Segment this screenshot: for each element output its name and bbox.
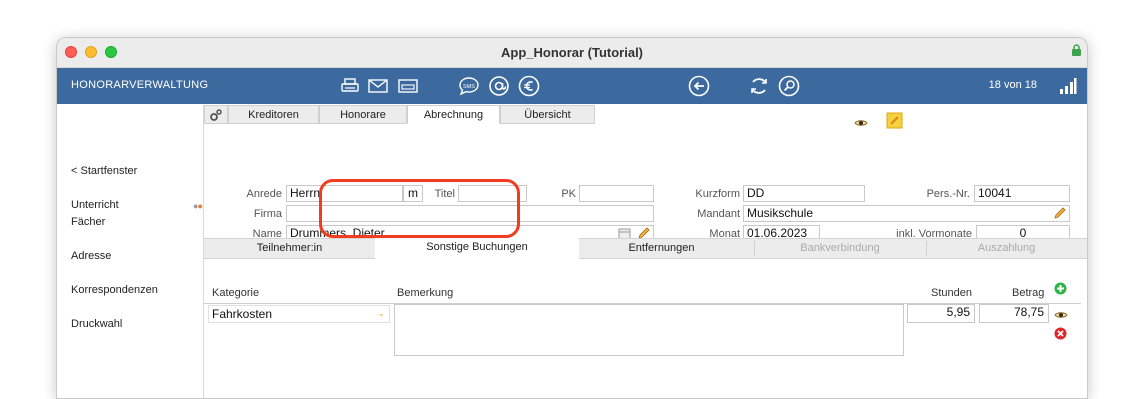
subtab-sonstige-label: Sonstige Buchungen <box>426 241 528 253</box>
firma-label: Firma <box>253 208 282 220</box>
main-toolbar: HONORARVERWALTUNG SMS 18 von 18 <box>57 68 1087 104</box>
refresh-icon[interactable] <box>747 73 771 99</box>
chevron-down-icon: ⌄ <box>377 308 385 318</box>
title-bar: App_Honorar (Tutorial) <box>57 38 1087 68</box>
record-counter: 18 von 18 <box>988 79 1037 91</box>
mandant-label: Mandant <box>697 208 740 220</box>
sidebar-item-startfenster[interactable]: < Startfenster <box>71 163 137 180</box>
anrede-label: Anrede <box>246 188 282 200</box>
highlight-annotation <box>319 179 520 238</box>
stunden-field[interactable]: 5,95 <box>907 304 975 323</box>
mandant-field[interactable]: Musikschule <box>743 205 1070 222</box>
kurzform-label: Kurzform <box>695 188 740 200</box>
row-eye-icon[interactable] <box>1054 310 1068 320</box>
subtab-auszahlung[interactable]: Auszahlung <box>926 239 1087 258</box>
tab-settings[interactable] <box>204 105 228 124</box>
sms-icon-label: SMS <box>463 84 475 90</box>
col-kategorie: Kategorie <box>212 287 260 299</box>
persnr-field[interactable]: 10041 <box>974 185 1070 202</box>
subtab-entfernungen[interactable]: Entfernungen <box>579 239 744 258</box>
tab-honorare[interactable]: Honorare <box>319 105 407 124</box>
sms-icon[interactable]: SMS <box>457 73 481 99</box>
sidebar-item-unterricht[interactable]: Unterricht <box>71 197 119 214</box>
back-arrow-icon[interactable] <box>687 73 711 99</box>
bemerkung-field[interactable] <box>394 304 904 356</box>
note-icon[interactable] <box>886 112 903 134</box>
sidebar-item-faecher[interactable]: Fächer <box>71 214 105 231</box>
app-window: App_Honorar (Tutorial) HONORARVERWALTUNG… <box>56 37 1088 399</box>
sidebar: < Startfenster Unterricht Fächer ●● Adre… <box>57 105 204 398</box>
signal-bars-icon[interactable] <box>1057 73 1079 99</box>
status-dots-icon: ●● <box>193 201 203 211</box>
mandant-value: Musikschule <box>747 206 814 220</box>
col-stunden: Stunden <box>931 287 972 299</box>
gear-icon <box>210 109 222 121</box>
col-bemerkung: Bemerkung <box>397 287 454 299</box>
kurzform-field[interactable]: DD <box>743 185 865 202</box>
pk-field[interactable] <box>579 185 654 202</box>
add-row-icon[interactable] <box>1054 282 1067 295</box>
subtab-teilnehmer[interactable]: Teilnehmer:in <box>204 239 375 258</box>
window-title: App_Honorar (Tutorial) <box>500 45 644 60</box>
tab-uebersicht[interactable]: Übersicht <box>500 105 595 124</box>
lock-icon <box>1072 44 1081 56</box>
brand-label: HONORARVERWALTUNG <box>71 79 209 91</box>
tab-kreditoren[interactable]: Kreditoren <box>228 105 319 124</box>
betrag-field[interactable]: 78,75 <box>979 304 1049 323</box>
print-icon[interactable] <box>339 73 361 99</box>
sidebar-item-adresse[interactable]: Adresse <box>71 248 111 265</box>
col-betrag: Betrag <box>1012 287 1045 299</box>
kategorie-select[interactable]: Fahrkosten ⌄ <box>208 305 390 323</box>
subtab-bankverbindung[interactable]: Bankverbindung <box>754 239 926 258</box>
persnr-label: Pers.-Nr. <box>926 188 970 200</box>
main-content: Kreditoren Honorare Abrechnung Übersicht… <box>204 105 1087 398</box>
tab-abrechnung[interactable]: Abrechnung <box>407 105 500 124</box>
search-icon[interactable] <box>777 73 801 99</box>
email-at-icon[interactable] <box>487 73 511 99</box>
envelope-window-icon[interactable] <box>397 73 419 99</box>
euro-icon[interactable] <box>517 73 541 99</box>
sidebar-item-korrespondenzen[interactable]: Korrespondenzen <box>71 282 158 299</box>
pk-label: PK <box>561 188 576 200</box>
subtab-sonstige-buchungen[interactable]: Sonstige Buchungen <box>375 238 579 259</box>
mail-icon[interactable] <box>367 73 389 99</box>
eye-icon[interactable] <box>854 115 868 133</box>
kategorie-value: Fahrkosten <box>212 307 273 321</box>
delete-row-icon[interactable] <box>1054 327 1067 340</box>
sidebar-item-druckwahl[interactable]: Druckwahl <box>71 316 122 333</box>
mandant-pencil-icon[interactable] <box>1053 206 1067 220</box>
subtab-bar: Teilnehmer:in Entfernungen Bankverbindun… <box>204 238 1087 259</box>
